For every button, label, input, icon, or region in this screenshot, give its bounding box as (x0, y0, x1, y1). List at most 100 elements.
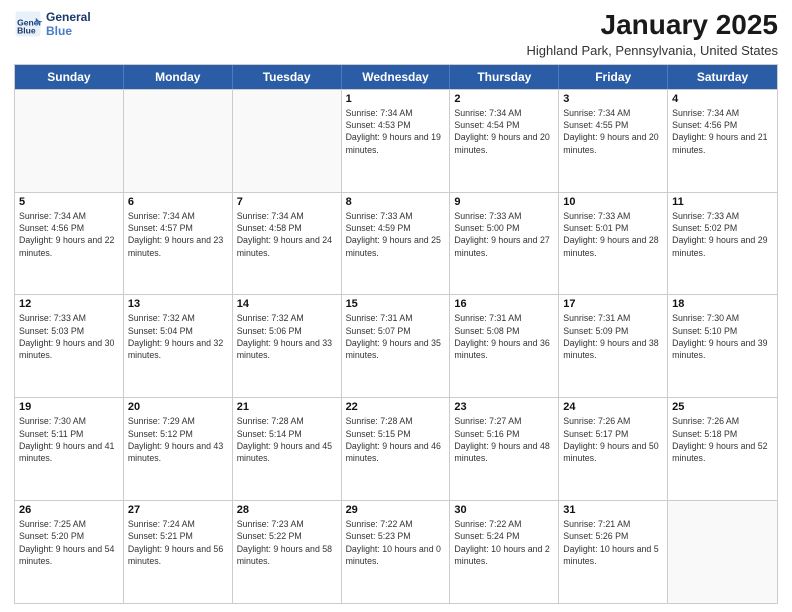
day-number: 14 (237, 298, 337, 310)
calendar-row: 1 Sunrise: 7:34 AMSunset: 4:53 PMDaylight… (15, 89, 777, 192)
day-number: 19 (19, 401, 119, 413)
day-number: 29 (346, 504, 446, 516)
day-cell: 22 Sunrise: 7:28 AMSunset: 5:15 PMDayligh… (342, 398, 451, 500)
day-number: 16 (454, 298, 554, 310)
day-cell: 21Sunrise: 7:28 AMSunset: 5:14 PMDayligh… (233, 398, 342, 500)
day-cell: 28Sunrise: 7:23 AMSunset: 5:22 PMDayligh… (233, 501, 342, 603)
day-info: Sunrise: 7:29 AMSunset: 5:12 PMDaylight:… (128, 415, 228, 464)
day-info: Sunrise: 7:34 AMSunset: 4:53 PMDaylight:… (346, 107, 446, 156)
day-info: Sunrise: 7:33 AMSunset: 5:02 PMDaylight:… (672, 210, 773, 259)
day-number: 10 (563, 196, 663, 208)
weekday-header: Thursday (450, 65, 559, 89)
day-cell: 14 Sunrise: 7:32 AMSunset: 5:06 PMDayligh… (233, 295, 342, 397)
day-info: Sunrise: 7:21 AMSunset: 5:26 PMDaylight:… (563, 518, 663, 567)
day-cell: 24Sunrise: 7:26 AMSunset: 5:17 PMDayligh… (559, 398, 668, 500)
empty-cell (668, 501, 777, 603)
day-cell: 9 Sunrise: 7:33 AMSunset: 5:00 PMDaylight… (450, 193, 559, 295)
day-info: Sunrise: 7:31 AMSunset: 5:09 PMDaylight:… (563, 312, 663, 361)
day-cell: 12 Sunrise: 7:33 AMSunset: 5:03 PMDayligh… (15, 295, 124, 397)
day-cell: 23 Sunrise: 7:27 AMSunset: 5:16 PMDayligh… (450, 398, 559, 500)
day-info: Sunrise: 7:30 AMSunset: 5:11 PMDaylight:… (19, 415, 119, 464)
day-cell: 11Sunrise: 7:33 AMSunset: 5:02 PMDayligh… (668, 193, 777, 295)
title-block: January 2025 Highland Park, Pennsylvania… (527, 10, 778, 58)
day-number: 28 (237, 504, 337, 516)
calendar-row: 12 Sunrise: 7:33 AMSunset: 5:03 PMDayligh… (15, 294, 777, 397)
day-info: Sunrise: 7:33 AMSunset: 5:01 PMDaylight:… (563, 210, 663, 259)
logo-text: General Blue (46, 10, 91, 38)
day-number: 31 (563, 504, 663, 516)
day-number: 15 (346, 298, 446, 310)
day-number: 27 (128, 504, 228, 516)
day-info: Sunrise: 7:22 AMSunset: 5:23 PMDaylight:… (346, 518, 446, 567)
day-number: 7 (237, 196, 337, 208)
day-info: Sunrise: 7:32 AMSunset: 5:04 PMDaylight:… (128, 312, 228, 361)
day-info: Sunrise: 7:33 AMSunset: 5:00 PMDaylight:… (454, 210, 554, 259)
page: General Blue General Blue January 2025 H… (0, 0, 792, 612)
day-cell: 30 Sunrise: 7:22 AMSunset: 5:24 PMDayligh… (450, 501, 559, 603)
day-number: 30 (454, 504, 554, 516)
day-cell: 17Sunrise: 7:31 AMSunset: 5:09 PMDayligh… (559, 295, 668, 397)
empty-cell (233, 90, 342, 192)
day-info: Sunrise: 7:31 AMSunset: 5:08 PMDaylight:… (454, 312, 554, 361)
day-cell: 15 Sunrise: 7:31 AMSunset: 5:07 PMDayligh… (342, 295, 451, 397)
location: Highland Park, Pennsylvania, United Stat… (527, 43, 778, 58)
day-info: Sunrise: 7:28 AMSunset: 5:15 PMDaylight:… (346, 415, 446, 464)
day-info: Sunrise: 7:34 AMSunset: 4:54 PMDaylight:… (454, 107, 554, 156)
day-cell: 2 Sunrise: 7:34 AMSunset: 4:54 PMDaylight… (450, 90, 559, 192)
empty-cell (15, 90, 124, 192)
calendar: SundayMondayTuesdayWednesdayThursdayFrid… (14, 64, 778, 604)
day-number: 13 (128, 298, 228, 310)
day-info: Sunrise: 7:30 AMSunset: 5:10 PMDaylight:… (672, 312, 773, 361)
weekday-header: Saturday (668, 65, 777, 89)
day-number: 8 (346, 196, 446, 208)
day-info: Sunrise: 7:22 AMSunset: 5:24 PMDaylight:… (454, 518, 554, 567)
day-cell: 5 Sunrise: 7:34 AMSunset: 4:56 PMDaylight… (15, 193, 124, 295)
day-number: 23 (454, 401, 554, 413)
day-info: Sunrise: 7:26 AMSunset: 5:17 PMDaylight:… (563, 415, 663, 464)
day-info: Sunrise: 7:34 AMSunset: 4:56 PMDaylight:… (19, 210, 119, 259)
day-cell: 3Sunrise: 7:34 AMSunset: 4:55 PMDaylight… (559, 90, 668, 192)
weekday-header: Monday (124, 65, 233, 89)
day-info: Sunrise: 7:32 AMSunset: 5:06 PMDaylight:… (237, 312, 337, 361)
weekday-header: Wednesday (342, 65, 451, 89)
calendar-row: 19 Sunrise: 7:30 AMSunset: 5:11 PMDayligh… (15, 397, 777, 500)
day-number: 18 (672, 298, 773, 310)
day-number: 22 (346, 401, 446, 413)
day-info: Sunrise: 7:33 AMSunset: 5:03 PMDaylight:… (19, 312, 119, 361)
month-title: January 2025 (527, 10, 778, 41)
day-info: Sunrise: 7:24 AMSunset: 5:21 PMDaylight:… (128, 518, 228, 567)
day-number: 1 (346, 93, 446, 105)
calendar-body: 1 Sunrise: 7:34 AMSunset: 4:53 PMDaylight… (15, 89, 777, 603)
day-cell: 13 Sunrise: 7:32 AMSunset: 5:04 PMDayligh… (124, 295, 233, 397)
day-number: 9 (454, 196, 554, 208)
day-cell: 31 Sunrise: 7:21 AMSunset: 5:26 PMDayligh… (559, 501, 668, 603)
day-info: Sunrise: 7:34 AMSunset: 4:56 PMDaylight:… (672, 107, 773, 156)
day-number: 3 (563, 93, 663, 105)
day-info: Sunrise: 7:26 AMSunset: 5:18 PMDaylight:… (672, 415, 773, 464)
svg-text:Blue: Blue (17, 25, 36, 35)
day-info: Sunrise: 7:27 AMSunset: 5:16 PMDaylight:… (454, 415, 554, 464)
weekday-header: Tuesday (233, 65, 342, 89)
day-number: 5 (19, 196, 119, 208)
day-number: 2 (454, 93, 554, 105)
day-number: 21 (237, 401, 337, 413)
day-cell: 26Sunrise: 7:25 AMSunset: 5:20 PMDayligh… (15, 501, 124, 603)
day-cell: 6Sunrise: 7:34 AMSunset: 4:57 PMDaylight… (124, 193, 233, 295)
calendar-row: 5 Sunrise: 7:34 AMSunset: 4:56 PMDaylight… (15, 192, 777, 295)
header: General Blue General Blue January 2025 H… (14, 10, 778, 58)
day-cell: 29 Sunrise: 7:22 AMSunset: 5:23 PMDayligh… (342, 501, 451, 603)
calendar-row: 26Sunrise: 7:25 AMSunset: 5:20 PMDayligh… (15, 500, 777, 603)
day-cell: 10 Sunrise: 7:33 AMSunset: 5:01 PMDayligh… (559, 193, 668, 295)
day-number: 4 (672, 93, 773, 105)
day-cell: 20Sunrise: 7:29 AMSunset: 5:12 PMDayligh… (124, 398, 233, 500)
logo: General Blue General Blue (14, 10, 91, 38)
day-cell: 8 Sunrise: 7:33 AMSunset: 4:59 PMDaylight… (342, 193, 451, 295)
day-info: Sunrise: 7:33 AMSunset: 4:59 PMDaylight:… (346, 210, 446, 259)
weekday-header: Sunday (15, 65, 124, 89)
day-cell: 25Sunrise: 7:26 AMSunset: 5:18 PMDayligh… (668, 398, 777, 500)
day-info: Sunrise: 7:25 AMSunset: 5:20 PMDaylight:… (19, 518, 119, 567)
day-number: 12 (19, 298, 119, 310)
day-info: Sunrise: 7:31 AMSunset: 5:07 PMDaylight:… (346, 312, 446, 361)
weekday-header: Friday (559, 65, 668, 89)
day-info: Sunrise: 7:34 AMSunset: 4:57 PMDaylight:… (128, 210, 228, 259)
